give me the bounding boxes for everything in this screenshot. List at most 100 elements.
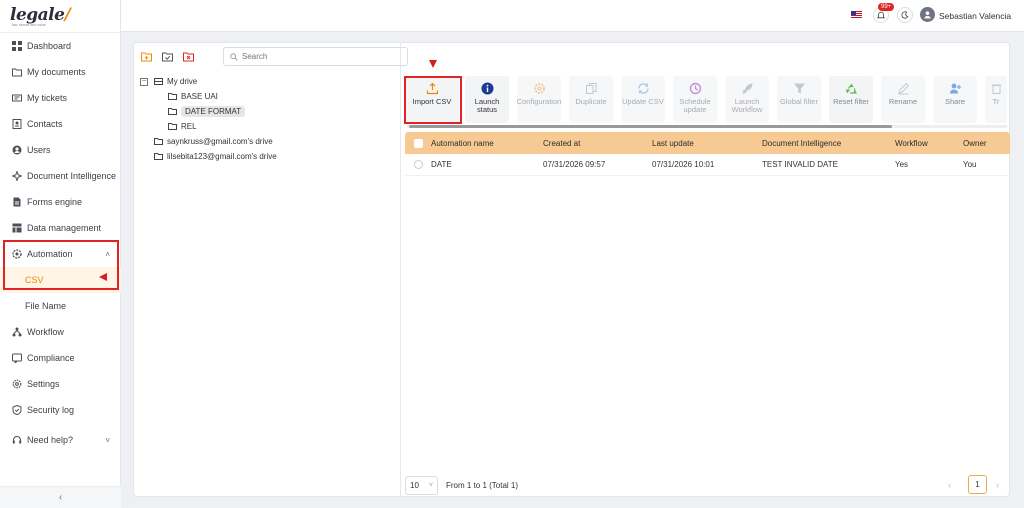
theme-toggle-button[interactable] xyxy=(897,7,913,23)
sidebar-item-label: Document Intelligence xyxy=(27,171,117,181)
global-filter-button[interactable]: Global filter xyxy=(777,76,821,123)
select-all-checkbox[interactable] xyxy=(405,138,431,148)
headset-icon xyxy=(11,435,22,446)
avatar[interactable] xyxy=(920,7,935,22)
search-input[interactable] xyxy=(242,52,392,61)
duplicate-button[interactable]: Duplicate xyxy=(569,76,613,123)
tree-node-date-format[interactable]: DATE FORMAT xyxy=(140,104,395,119)
grid-icon xyxy=(11,41,22,52)
pencil-icon xyxy=(897,82,909,95)
column-header[interactable]: Created at xyxy=(543,139,652,148)
toolbar-button-label: Duplicate xyxy=(575,97,607,106)
tree-node-lilsebita-drive[interactable]: lilsebita123@gmail.com's drive xyxy=(140,149,395,164)
tree-node-rel[interactable]: REL xyxy=(140,119,395,134)
tree-node-label: BASE UAI xyxy=(181,92,218,101)
row-checkbox[interactable] xyxy=(405,160,431,169)
toolbar-button-label: Tr xyxy=(992,97,1000,106)
schedule-update-button[interactable]: Schedule update xyxy=(673,76,717,123)
sidebar-item-label: Users xyxy=(27,145,51,155)
new-folder-icon[interactable] xyxy=(141,51,152,62)
sidebar-item-dashboard[interactable]: Dashboard xyxy=(0,33,121,59)
contacts-icon xyxy=(11,119,22,130)
folder-icon xyxy=(168,123,177,130)
collapse-sidebar-button[interactable]: ‹ xyxy=(0,486,121,508)
sidebar-item-my-tickets[interactable]: My tickets xyxy=(0,85,121,111)
toolbar-scrollbar[interactable] xyxy=(407,125,1007,128)
update-csv-button[interactable]: Update CSV xyxy=(621,76,665,123)
page-size-select[interactable]: 10 ˅ xyxy=(405,476,438,495)
collapse-node-icon[interactable]: − xyxy=(140,77,148,86)
share-button[interactable]: Share xyxy=(933,76,977,123)
launch-status-button[interactable]: Launch status xyxy=(465,76,509,123)
sidebar-subitem-file-name[interactable]: File Name xyxy=(0,293,121,319)
sidebar-item-forms-engine[interactable]: Forms engine xyxy=(0,189,121,215)
rocket-icon xyxy=(742,83,752,94)
cog-icon xyxy=(533,83,545,94)
sidebar-item-contacts[interactable]: Contacts xyxy=(0,111,121,137)
user-avatar-icon xyxy=(924,11,931,19)
workflow-icon xyxy=(11,327,22,338)
column-header[interactable]: Document Intelligence xyxy=(762,139,895,148)
tree-node-saynkruss-drive[interactable]: saynkruss@gmail.com's drive xyxy=(140,134,395,149)
duplicate-icon xyxy=(585,83,596,94)
sidebar-item-need-help[interactable]: Need help? ˅ xyxy=(0,427,121,453)
chevron-right-icon[interactable]: › xyxy=(996,480,999,490)
chevron-down-icon[interactable]: ˅ xyxy=(105,436,110,445)
tree-node-my-drive[interactable]: − My drive xyxy=(140,74,395,89)
configuration-button[interactable]: Configuration xyxy=(517,76,561,123)
sidebar-item-label: Security log xyxy=(27,405,75,415)
toolbar-button-label: Share xyxy=(944,97,965,106)
launch-workflow-button[interactable]: Launch Workflow xyxy=(725,76,769,123)
action-toolbar: Import CSV Launch status Configuration D… xyxy=(405,76,1007,123)
main-panel: − My drive BASE UAI DATE FORMAT REL sayn… xyxy=(133,42,1010,497)
sidebar-item-security-log[interactable]: Security log xyxy=(0,397,121,423)
toolbar-button-label: Launch Workflow xyxy=(731,97,763,114)
chevron-left-icon[interactable]: ‹ xyxy=(948,480,951,490)
tree-search[interactable] xyxy=(223,47,408,66)
sidebar-item-compliance[interactable]: Compliance xyxy=(0,345,121,371)
moon-icon xyxy=(901,11,909,19)
info-icon xyxy=(481,82,493,95)
column-header[interactable]: Last update xyxy=(652,139,762,148)
sidebar-item-data-management[interactable]: Data management xyxy=(0,215,121,241)
column-header[interactable]: Workflow xyxy=(895,139,963,148)
column-header[interactable]: Owner xyxy=(963,139,1010,148)
sidebar-item-document-intelligence[interactable]: Document Intelligence xyxy=(0,163,121,189)
us-flag-icon[interactable] xyxy=(851,11,862,19)
reset-filter-button[interactable]: Reset filter xyxy=(829,76,873,123)
tree-node-base-uai[interactable]: BASE UAI xyxy=(140,89,395,104)
compliance-icon xyxy=(11,353,22,364)
sidebar-item-label: Workflow xyxy=(27,327,64,337)
move-folder-icon[interactable] xyxy=(162,51,173,62)
chevron-down-icon: ˅ xyxy=(428,482,433,489)
table-row[interactable]: DATE 07/31/2026 09:57 07/31/2026 10:01 T… xyxy=(405,154,1010,176)
search-icon xyxy=(230,52,238,60)
tree-node-label: saynkruss@gmail.com's drive xyxy=(167,137,273,146)
logo[interactable]: legale/ law, secure and value xyxy=(10,5,71,31)
table-cell: DATE xyxy=(431,160,452,169)
logo-text: legale xyxy=(10,5,65,25)
folder-icon xyxy=(168,93,177,100)
user-name[interactable]: Sebastian Valencia xyxy=(939,11,1011,21)
sidebar-item-my-documents[interactable]: My documents xyxy=(0,59,121,85)
rename-button[interactable]: Rename xyxy=(881,76,925,123)
delete-folder-icon[interactable] xyxy=(183,51,194,62)
sidebar-item-settings[interactable]: Settings xyxy=(0,371,121,397)
toolbar-button-label: Configuration xyxy=(516,97,562,106)
column-header[interactable]: Automation name xyxy=(431,139,543,148)
sidebar-subitem-label: File Name xyxy=(25,301,67,311)
sidebar-item-label: Need help? xyxy=(27,435,74,445)
sidebar-item-workflow[interactable]: Workflow xyxy=(0,319,121,345)
form-icon xyxy=(11,197,22,208)
sidebar-item-label: Settings xyxy=(27,379,60,389)
trash-button[interactable]: Tr xyxy=(985,76,1007,123)
folder-icon xyxy=(11,67,22,78)
scrollbar-thumb[interactable] xyxy=(409,125,892,128)
toolbar-button-label: Reset filter xyxy=(833,97,869,106)
bell-icon xyxy=(877,11,885,19)
highlight-box-import-csv xyxy=(404,76,462,124)
folder-icon xyxy=(168,108,177,115)
page-number-button[interactable]: 1 xyxy=(968,475,987,494)
sidebar-item-users[interactable]: Users xyxy=(0,137,121,163)
recycle-icon xyxy=(845,83,857,94)
